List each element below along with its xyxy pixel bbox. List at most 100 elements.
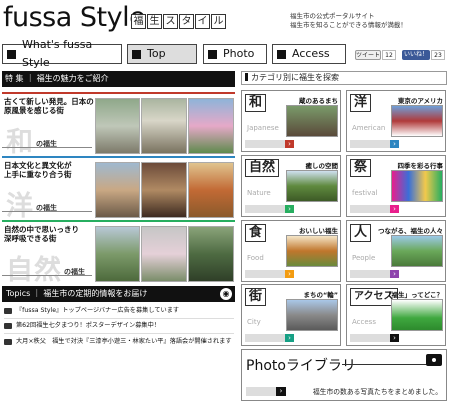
feature-shizen[interactable]: 自然の中で思いっきり 深呼吸できる街 自然 の福生 [2, 220, 235, 286]
subtitle-char: 生 [147, 14, 162, 29]
feature-wa[interactable]: 古くて新しい発見。日本の 原風景を感じる街 和の福生 [2, 92, 235, 158]
topic-divider [4, 333, 234, 334]
topic-icon [4, 308, 12, 314]
category-title: 癒しの空間 [305, 162, 339, 170]
tokushu-heading: 特 集 ｜ 福生の魅力をご紹介 [2, 71, 235, 87]
tweet-button[interactable]: ツイート [355, 50, 381, 60]
category-kanji: 祭 [350, 159, 372, 177]
topic-item[interactable]: 『fussa Style』トップページバナー広告を募集しています [4, 307, 234, 315]
subtitle-char: ス [163, 14, 178, 29]
category-kanji: 和 [245, 94, 267, 112]
category-photo [391, 170, 443, 202]
category-kanji: 自然 [245, 159, 280, 177]
arrow-right-icon: › [390, 334, 399, 342]
feature-divider [2, 275, 92, 276]
feature-text: 古くて新しい発見。日本の 原風景を感じる街 [4, 97, 96, 115]
category-english: Access [352, 318, 376, 326]
photo-library-desc: 福生市の数ある写真たちをまとめました。 [312, 388, 442, 396]
category-kanji: 人 [350, 224, 372, 242]
feature-photo [188, 226, 234, 282]
heading-marker-icon [245, 73, 248, 81]
site-subtitle: 福 生 ス タ イ ル [131, 14, 227, 29]
category-access[interactable]: アクセス 「福生」ってどこ？ Access › [346, 284, 446, 346]
feature-big-text: 和 [6, 127, 34, 158]
category-english: Japanese [247, 124, 279, 132]
category-photo [286, 105, 338, 137]
category-photo [286, 170, 338, 202]
feature-divider [2, 147, 92, 148]
category-photo [391, 235, 443, 267]
photo-library-divider [342, 364, 427, 365]
nav-square-icon [132, 49, 141, 59]
feature-photo [95, 98, 140, 154]
feature-you[interactable]: 日本文化と異文化が 上手に重なり合う街 洋の福生 [2, 156, 235, 222]
feature-photo [141, 98, 187, 154]
like-count: 23 [431, 50, 445, 60]
category-heading-text: カテゴリ別に福生を探索 [251, 73, 339, 82]
photo-library-title: Photoライブラリ [246, 358, 356, 374]
category-english: City [247, 318, 261, 326]
category-hito[interactable]: 人 つながる、福生の人々 People › [346, 220, 446, 282]
subtitle-char: タ [179, 14, 194, 29]
feature-big-text: 洋 [6, 191, 34, 222]
topic-icon [4, 339, 12, 345]
photo-library-bar [246, 387, 276, 396]
category-bar [350, 205, 390, 213]
category-matsuri[interactable]: 祭 四季を彩る行事 festival › [346, 155, 446, 217]
like-button[interactable]: いいね！ [402, 50, 430, 60]
nav-top[interactable]: Top [127, 44, 197, 64]
category-english: festival [352, 189, 378, 197]
site-logo[interactable]: fussa Style [3, 2, 146, 33]
site-tagline: 福生市の公式ポータルサイト 福生市を知ることができる情報が満載！ [290, 12, 407, 30]
nav-square-icon [277, 49, 286, 59]
category-shoku[interactable]: 食 おいしい福生 Food › [241, 220, 341, 282]
topics-heading: Topics ｜ 福生市の定期的情報をお届け ◉ [2, 286, 235, 302]
topic-item[interactable]: 第62回福生七夕まつり！ポスターデザイン募集中！ [4, 322, 234, 330]
category-title: まちの“輪” [303, 291, 338, 299]
arrow-right-icon: › [285, 205, 294, 213]
category-title: 東京のアメリカ [397, 97, 443, 105]
category-photo [286, 299, 338, 331]
map-icon [391, 299, 443, 331]
nav-whats-fussa-style[interactable]: What's fussa Style [2, 38, 122, 69]
feature-photo [141, 162, 187, 218]
category-english: Food [247, 254, 264, 262]
nav-access[interactable]: Access [272, 44, 346, 64]
feature-photo [95, 226, 140, 282]
camera-icon [426, 354, 442, 366]
category-you[interactable]: 洋 東京のアメリカ American › [346, 90, 446, 152]
topics-heading-text: Topics ｜ 福生市の定期的情報をお届け [6, 289, 148, 298]
feature-divider [2, 211, 92, 212]
arrow-right-icon: › [390, 270, 399, 278]
category-bar [350, 140, 390, 148]
photo-library-card[interactable]: Photoライブラリ 福生市の数ある写真たちをまとめました。 › [241, 349, 447, 401]
subtitle-char: ル [211, 14, 226, 29]
topic-divider [4, 318, 234, 319]
category-wa[interactable]: 和 蔵のあるまち Japanese › [241, 90, 341, 152]
arrow-right-icon: › [285, 334, 294, 342]
feature-photo [141, 226, 187, 282]
nav-photo[interactable]: Photo [203, 44, 267, 64]
category-bar [245, 205, 285, 213]
topic-item[interactable]: 大月×秩父 福生で対決『三漆亭小遊三・林家たい平』落語会が開催されます [4, 338, 234, 346]
category-kanji: 洋 [350, 94, 372, 112]
category-english: American [352, 124, 386, 132]
feature-text: 自然の中で思いっきり 深呼吸できる街 [4, 225, 96, 243]
category-shizen[interactable]: 自然 癒しの空間 Nature › [241, 155, 341, 217]
feature-line1: 古くて新しい発見。日本の [4, 97, 94, 106]
feature-text: 日本文化と異文化が 上手に重なり合う街 [4, 161, 96, 179]
feature-big-label: 和の福生 [6, 120, 57, 159]
tweet-count: 12 [382, 50, 396, 60]
feature-big-text: 自然 [6, 255, 62, 286]
rss-icon[interactable]: ◉ [220, 288, 232, 300]
topic-text: 大月×秩父 福生で対決『三漆亭小遊三・林家たい平』落語会が開催されます [16, 338, 232, 345]
category-photo [391, 105, 443, 137]
arrow-right-icon: › [276, 387, 286, 396]
category-machi[interactable]: 街 まちの“輪” City › [241, 284, 341, 346]
category-heading: カテゴリ別に福生を探索 [241, 71, 447, 85]
topic-text: 第62回福生七夕まつり！ポスターデザイン募集中！ [16, 322, 160, 329]
arrow-right-icon: › [285, 270, 294, 278]
category-title: つながる、福生の人々 [378, 227, 443, 235]
category-photo [286, 235, 338, 267]
topic-text: 『fussa Style』トップページバナー広告を募集しています [16, 307, 180, 314]
